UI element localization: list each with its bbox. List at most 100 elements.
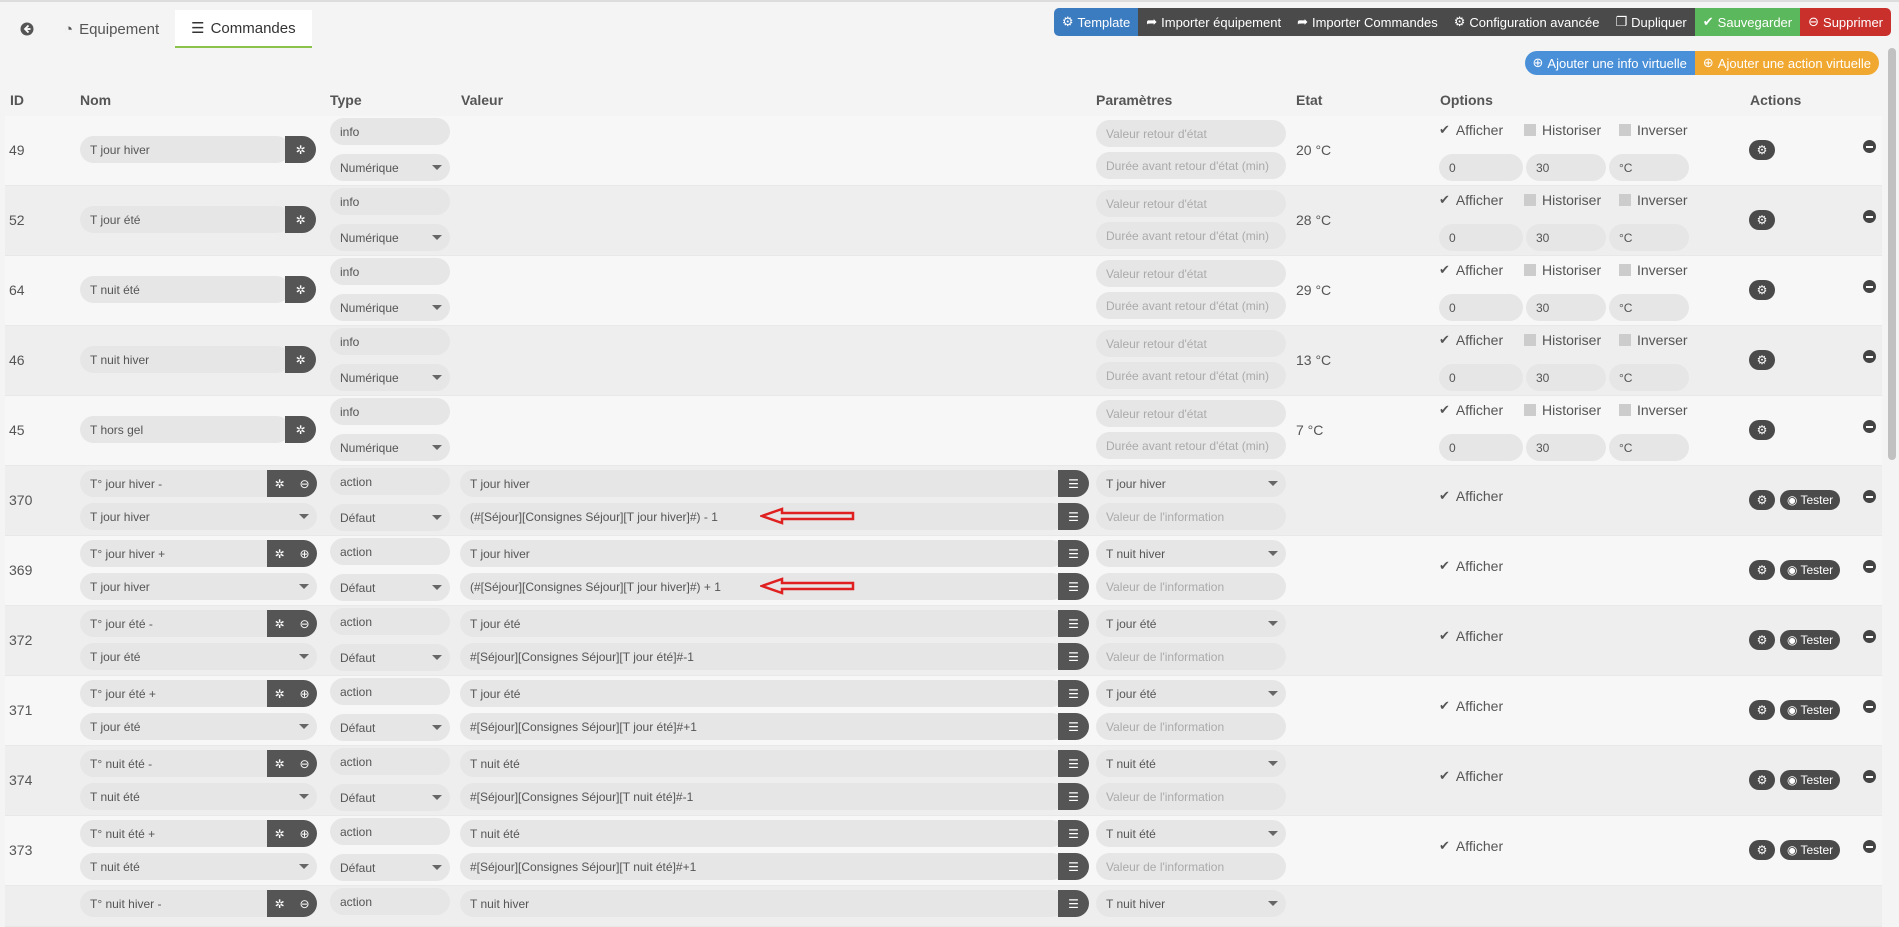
max-input[interactable]: 30: [1526, 434, 1606, 461]
param-select[interactable]: T jour hiver: [1096, 470, 1286, 497]
min-input[interactable]: 0: [1439, 294, 1523, 321]
linked-info-select[interactable]: T nuit été: [80, 783, 317, 810]
option-inverser[interactable]: Inverser: [1619, 332, 1688, 348]
option-afficher[interactable]: ✔ Afficher: [1439, 768, 1503, 784]
option-inverser[interactable]: Inverser: [1619, 402, 1688, 418]
dupliquer-button[interactable]: ❐ Dupliquer: [1607, 8, 1695, 36]
name-input[interactable]: T° nuit été -: [80, 750, 280, 777]
value-input[interactable]: T jour hiver: [460, 470, 1065, 497]
list-button[interactable]: ☰: [1058, 783, 1089, 810]
list-button[interactable]: ☰: [1058, 820, 1089, 847]
name-input[interactable]: T° nuit hiver -: [80, 890, 280, 917]
type-select[interactable]: info: [330, 258, 450, 285]
tester-button[interactable]: ◉ Tester: [1780, 700, 1841, 720]
return-value-input[interactable]: Valeur retour d'état: [1096, 260, 1286, 287]
return-value-input[interactable]: Valeur retour d'état: [1096, 120, 1286, 147]
subtype-select[interactable]: Numérique: [330, 364, 450, 391]
value-input[interactable]: T jour été: [460, 680, 1065, 707]
value-input[interactable]: T nuit été: [460, 820, 1065, 847]
name-input[interactable]: T° jour hiver -: [80, 470, 280, 497]
linked-info-select[interactable]: T nuit été: [80, 853, 317, 880]
name-input[interactable]: T nuit hiver: [80, 346, 290, 373]
remove-command-button[interactable]: [1863, 560, 1876, 573]
advanced-config-button[interactable]: ⚙: [1749, 840, 1775, 860]
return-delay-input[interactable]: Durée avant retour d'état (min): [1096, 292, 1286, 319]
return-value-input[interactable]: Valeur retour d'état: [1096, 400, 1286, 427]
tester-button[interactable]: ◉ Tester: [1780, 770, 1841, 790]
name-input[interactable]: T° nuit été +: [80, 820, 280, 847]
option-afficher[interactable]: ✔ Afficher: [1439, 698, 1503, 714]
sauvegarder-button[interactable]: ✔ Sauvegarder: [1694, 8, 1801, 36]
remove-command-button[interactable]: [1863, 630, 1876, 643]
formula-input[interactable]: #[Séjour][Consignes Séjour][T nuit été]#…: [460, 853, 1065, 880]
min-input[interactable]: 0: [1439, 434, 1523, 461]
configure-button[interactable]: ✲: [285, 276, 316, 303]
remove-command-button[interactable]: [1863, 770, 1876, 783]
return-delay-input[interactable]: Durée avant retour d'état (min): [1096, 222, 1286, 249]
list-button[interactable]: ☰: [1058, 610, 1089, 637]
list-button[interactable]: ☰: [1058, 573, 1089, 600]
remove-command-button[interactable]: [1863, 490, 1876, 503]
scrollbar[interactable]: [1888, 48, 1896, 460]
return-value-input[interactable]: Valeur retour d'état: [1096, 330, 1286, 357]
remove-command-button[interactable]: [1863, 700, 1876, 713]
unit-input[interactable]: °C: [1609, 154, 1689, 181]
remove-command-button[interactable]: [1863, 210, 1876, 223]
option-inverser[interactable]: Inverser: [1619, 122, 1688, 138]
configure-button[interactable]: ✲ ⊕: [267, 680, 317, 707]
configure-button[interactable]: ✲: [285, 206, 316, 233]
option-historiser[interactable]: Historiser: [1524, 332, 1601, 348]
advanced-config-button[interactable]: ⚙: [1749, 350, 1775, 370]
min-input[interactable]: 0: [1439, 364, 1523, 391]
configure-button[interactable]: ✲ ⊖: [267, 610, 317, 637]
advanced-config-button[interactable]: ⚙: [1749, 210, 1775, 230]
tester-button[interactable]: ◉ Tester: [1780, 560, 1841, 580]
name-input[interactable]: T° jour été +: [80, 680, 280, 707]
subtype-select[interactable]: Numérique: [330, 434, 450, 461]
remove-command-button[interactable]: [1863, 140, 1876, 153]
advanced-config-button[interactable]: ⚙: [1749, 770, 1775, 790]
config-avancee-button[interactable]: ⚙ Configuration avancée: [1445, 8, 1608, 36]
value-input[interactable]: T jour hiver: [460, 540, 1065, 567]
max-input[interactable]: 30: [1526, 154, 1606, 181]
supprimer-button[interactable]: ⊖ Supprimer: [1800, 8, 1891, 36]
option-historiser[interactable]: Historiser: [1524, 122, 1601, 138]
type-select[interactable]: info: [330, 188, 450, 215]
linked-info-select[interactable]: T jour été: [80, 643, 317, 670]
remove-command-button[interactable]: [1863, 420, 1876, 433]
advanced-config-button[interactable]: ⚙: [1749, 630, 1775, 650]
option-afficher[interactable]: ✔ Afficher: [1439, 488, 1503, 504]
type-select[interactable]: action: [330, 678, 450, 705]
import-equipement-button[interactable]: ➦ Importer équipement: [1138, 8, 1290, 36]
configure-button[interactable]: ✲: [285, 136, 316, 163]
unit-input[interactable]: °C: [1609, 294, 1689, 321]
info-value-input[interactable]: Valeur de l'information: [1096, 783, 1286, 810]
info-value-input[interactable]: Valeur de l'information: [1096, 573, 1286, 600]
configure-button[interactable]: ✲ ⊕: [267, 540, 317, 567]
info-value-input[interactable]: Valeur de l'information: [1096, 503, 1286, 530]
option-historiser[interactable]: Historiser: [1524, 402, 1601, 418]
return-delay-input[interactable]: Durée avant retour d'état (min): [1096, 152, 1286, 179]
remove-command-button[interactable]: [1863, 840, 1876, 853]
advanced-config-button[interactable]: ⚙: [1749, 560, 1775, 580]
configure-button[interactable]: ✲ ⊕: [267, 820, 317, 847]
return-value-input[interactable]: Valeur retour d'état: [1096, 190, 1286, 217]
configure-button[interactable]: ✲ ⊖: [267, 890, 317, 917]
subtype-select[interactable]: Numérique: [330, 154, 450, 181]
tester-button[interactable]: ◉ Tester: [1780, 840, 1841, 860]
type-select[interactable]: action: [330, 468, 450, 495]
add-info-virtuelle-button[interactable]: ⊕ Ajouter une info virtuelle: [1524, 51, 1695, 75]
info-value-input[interactable]: Valeur de l'information: [1096, 713, 1286, 740]
name-input[interactable]: T° jour été -: [80, 610, 280, 637]
remove-command-button[interactable]: [1863, 280, 1876, 293]
tab-equipement[interactable]: ◔ Equipement: [48, 10, 175, 48]
subtype-select[interactable]: Défaut: [330, 644, 450, 671]
formula-input[interactable]: #[Séjour][Consignes Séjour][T nuit été]#…: [460, 783, 1065, 810]
option-afficher[interactable]: ✔ Afficher: [1439, 838, 1503, 854]
max-input[interactable]: 30: [1526, 224, 1606, 251]
advanced-config-button[interactable]: ⚙: [1749, 700, 1775, 720]
max-input[interactable]: 30: [1526, 294, 1606, 321]
formula-input[interactable]: #[Séjour][Consignes Séjour][T jour été]#…: [460, 643, 1065, 670]
unit-input[interactable]: °C: [1609, 364, 1689, 391]
value-input[interactable]: T nuit hiver: [460, 890, 1065, 917]
